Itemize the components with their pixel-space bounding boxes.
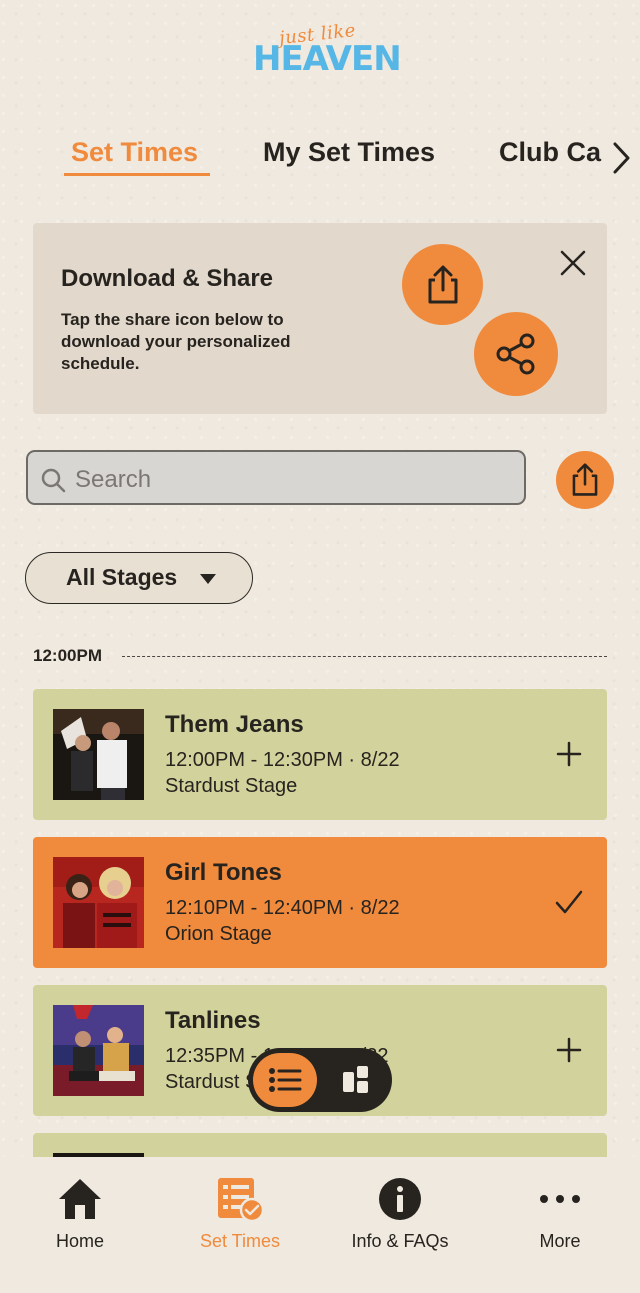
artist-name: Them Jeans: [165, 711, 304, 738]
export-icon: [402, 244, 483, 325]
export-schedule-button[interactable]: [556, 451, 614, 509]
logo-main-text: HEAVEN: [253, 39, 402, 79]
nav-label: More: [539, 1231, 581, 1251]
schedule-icon: [160, 1175, 320, 1223]
view-toggle: [248, 1048, 392, 1112]
stage-filter-dropdown[interactable]: All Stages: [25, 552, 253, 604]
caret-down-icon: [199, 572, 217, 590]
plus-icon[interactable]: [551, 736, 587, 772]
nav-label: Set Times: [199, 1231, 281, 1251]
info-icon: [320, 1175, 480, 1223]
set-time: 12:00PM - 12:30PM · 8/22: [165, 749, 400, 771]
time-group-label: 12:00PM: [33, 646, 102, 665]
export-icon: [572, 463, 598, 496]
download-share-card: Download & Share Tap the share icon belo…: [33, 223, 607, 414]
set-card-girl-tones[interactable]: Girl Tones 12:10PM - 12:40PM · 8/22 Orio…: [33, 837, 607, 968]
set-card-them-jeans[interactable]: Them Jeans 12:00PM - 12:30PM · 8/22 Star…: [33, 689, 607, 820]
set-stage: Stardust Stage: [165, 775, 298, 797]
nav-info-faqs[interactable]: Info & FAQs: [320, 1175, 480, 1265]
artist-photo: [53, 857, 144, 948]
set-time: 12:10PM - 12:40PM · 8/22: [165, 897, 400, 919]
home-icon: [0, 1175, 160, 1223]
grid-view-button[interactable]: [324, 1053, 388, 1107]
artist-photo: [53, 1005, 144, 1096]
artist-name: Girl Tones: [165, 859, 282, 886]
grid-icon: [343, 1066, 368, 1093]
nav-label: Home: [55, 1231, 104, 1251]
tab-my-set-times[interactable]: My Set Times: [263, 132, 435, 172]
active-tab-indicator: [64, 173, 210, 176]
chevron-right-icon[interactable]: [602, 137, 640, 179]
list-icon: [269, 1068, 302, 1092]
set-stage: Orion Stage: [165, 923, 272, 945]
share-card-description: Tap the share icon below to download you…: [61, 310, 291, 373]
nav-home[interactable]: Home: [0, 1175, 160, 1265]
search-icon: [40, 467, 66, 498]
festival-logo: just like HEAVEN: [253, 20, 402, 80]
nav-label: Info & FAQs: [351, 1231, 449, 1251]
artist-name: Tanlines: [165, 1007, 261, 1034]
dashed-divider: [122, 656, 607, 657]
close-icon[interactable]: [555, 245, 591, 281]
set-card-next[interactable]: [33, 1133, 607, 1157]
share-nodes-icon: [474, 312, 558, 396]
more-icon: [480, 1175, 640, 1223]
stage-filter-label: All Stages: [66, 564, 178, 590]
list-view-button[interactable]: [253, 1053, 317, 1107]
nav-more[interactable]: More: [480, 1175, 640, 1265]
tab-set-times[interactable]: Set Times: [71, 132, 198, 172]
nav-set-times[interactable]: Set Times: [160, 1175, 320, 1265]
share-card-title: Download & Share: [61, 265, 274, 292]
plus-icon[interactable]: [551, 1032, 587, 1068]
search-placeholder: Search: [75, 466, 152, 493]
time-group-divider: 12:00PM: [33, 646, 607, 668]
search-input[interactable]: Search: [26, 450, 526, 505]
tab-club-cards[interactable]: Club Ca: [499, 132, 601, 172]
artist-photo: [53, 709, 144, 800]
app-screen: just like HEAVEN Set Times My Set Times …: [0, 0, 640, 1293]
check-icon[interactable]: [551, 884, 587, 920]
bottom-navigation: Home Set Times Info & FAQs More: [0, 1157, 640, 1293]
